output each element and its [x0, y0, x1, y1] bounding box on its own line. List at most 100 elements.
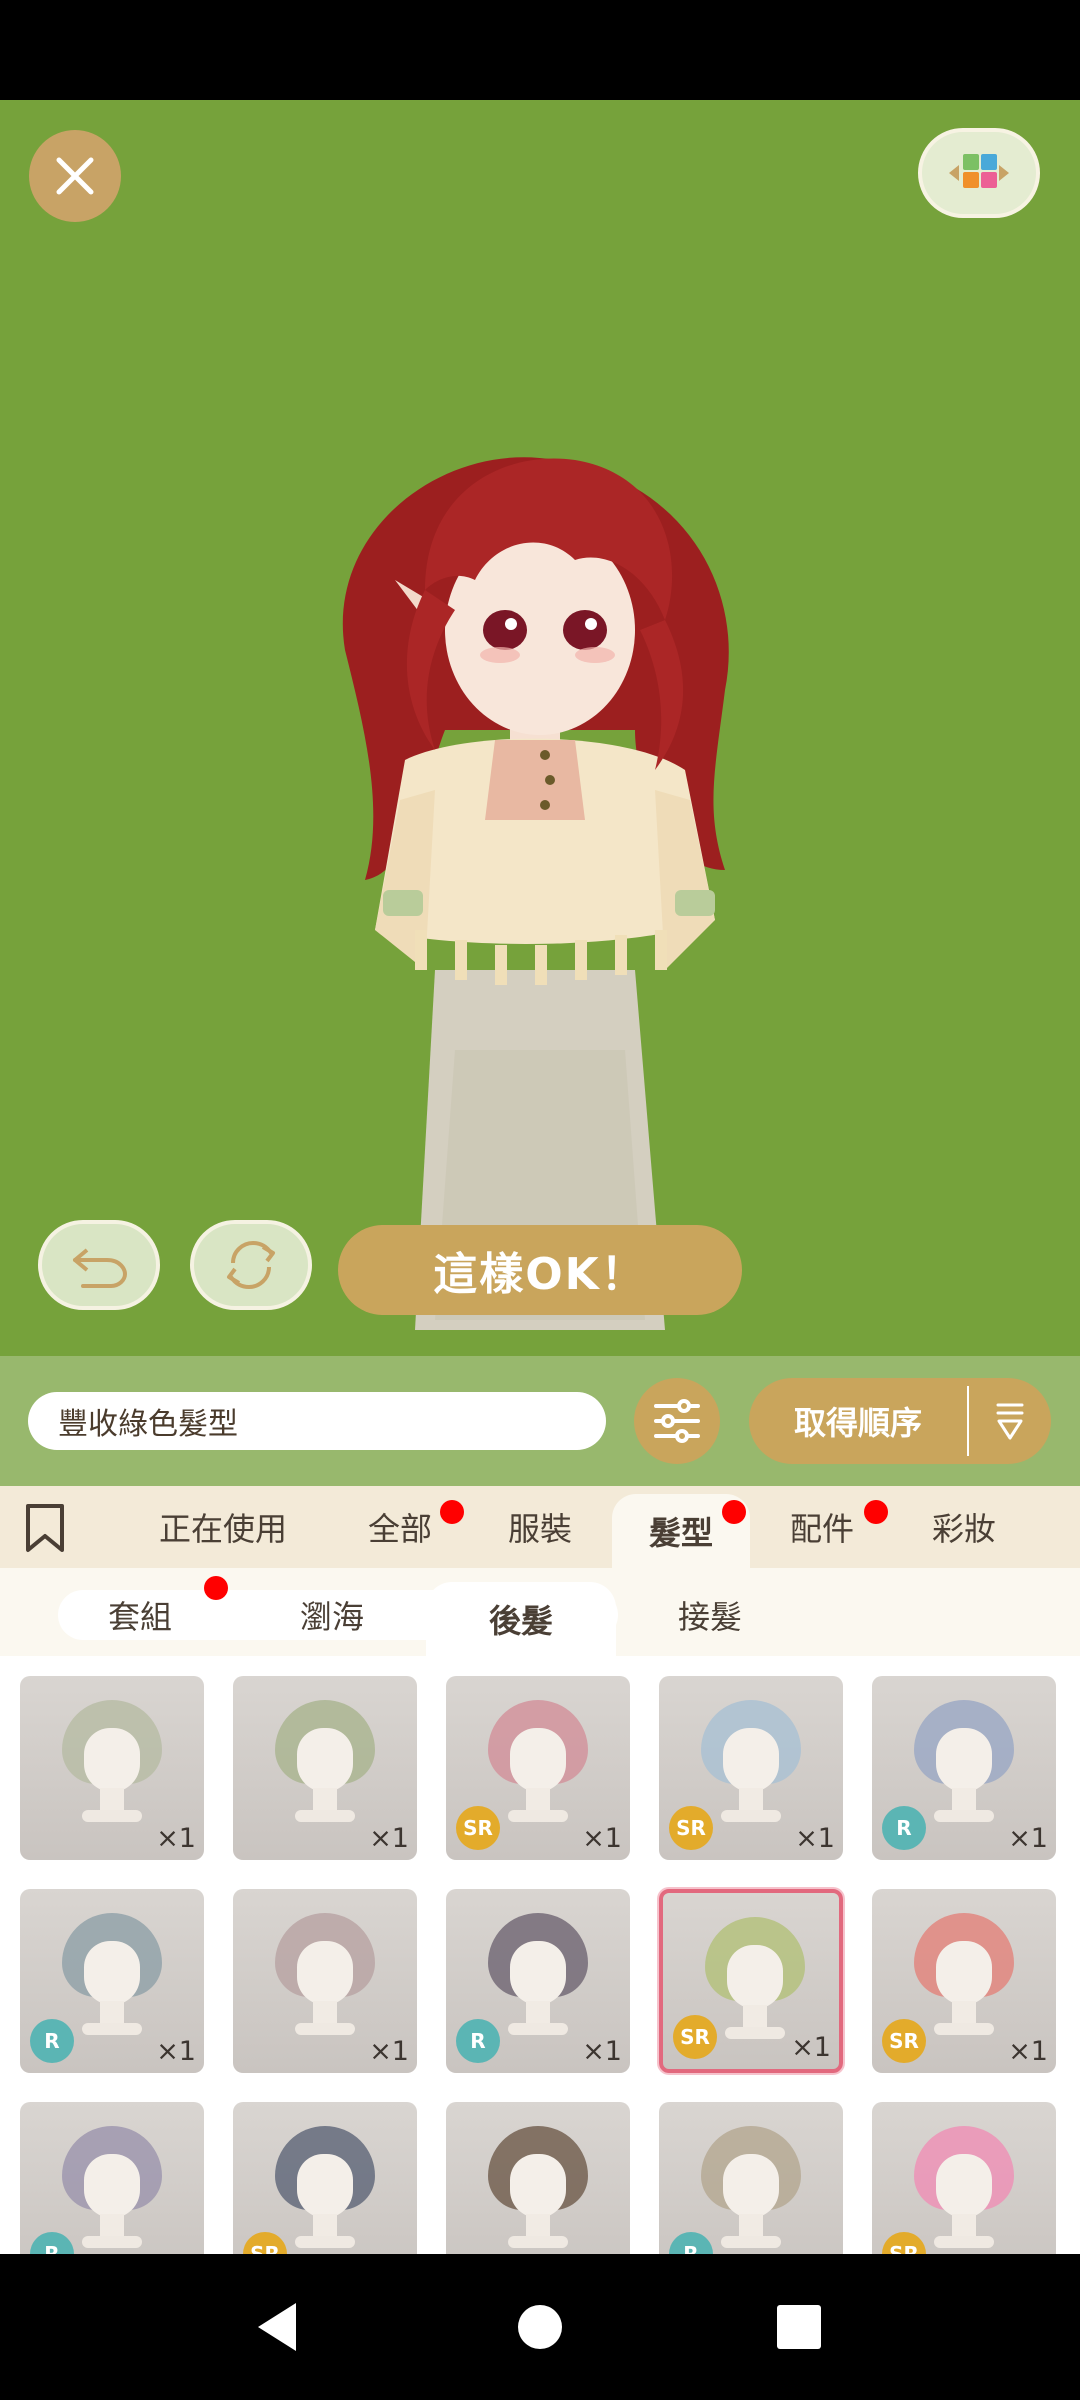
notification-dot	[440, 1500, 464, 1524]
rarity-badge: R	[669, 2232, 713, 2254]
hair-item-card[interactable]: SR ×1	[446, 1676, 630, 1860]
item-quantity: ×1	[156, 1823, 196, 1854]
status-bar	[0, 0, 1080, 100]
mannequin-stand	[934, 2236, 994, 2248]
hair-item-card[interactable]	[446, 2102, 630, 2254]
item-quantity: ×1	[582, 2036, 622, 2067]
recents-square-icon	[777, 2305, 821, 2349]
tab-makeup[interactable]: 彩妝	[904, 1486, 1024, 1568]
sort-down-icon[interactable]	[969, 1401, 1051, 1441]
mannequin-face	[297, 1941, 353, 2005]
rarity-badge: SR	[456, 1806, 500, 1850]
close-icon	[56, 157, 94, 195]
rarity-badge: SR	[243, 2232, 287, 2254]
item-grid: ×1 ×1 SR ×1 SR ×1 R ×1 R ×1 ×1 R ×1 SR ×1 SR ×1 R SR R SR	[0, 1656, 1080, 2254]
rarity-badge: SR	[669, 1806, 713, 1850]
close-button[interactable]	[29, 130, 121, 222]
rarity-badge: SR	[882, 2232, 926, 2254]
item-quantity: ×1	[369, 2036, 409, 2067]
search-toolbar: 取得順序	[0, 1356, 1080, 1486]
tab-all[interactable]: 全部	[340, 1486, 460, 1568]
hair-item-card[interactable]: SR ×1	[659, 1676, 843, 1860]
mannequin-stand	[82, 1810, 142, 1822]
mannequin-stand	[295, 2236, 355, 2248]
color-grid-icon	[949, 154, 1009, 188]
mannequin-face	[84, 1941, 140, 2005]
mannequin-face	[510, 2154, 566, 2218]
mannequin-face	[510, 1941, 566, 2005]
category-tab-bar: 正在使用 全部 服裝 髮型 配件 彩妝	[0, 1486, 1080, 1568]
mannequin-stand	[721, 1810, 781, 1822]
hair-item-card[interactable]: ×1	[20, 1676, 204, 1860]
undo-arrow-icon	[73, 1248, 128, 1288]
hair-item-card-selected[interactable]: SR ×1	[659, 1889, 843, 2073]
rarity-badge: R	[30, 2019, 74, 2063]
system-nav-bar	[0, 2254, 1080, 2400]
item-quantity: ×1	[795, 1823, 835, 1854]
mannequin-stand	[725, 2027, 785, 2039]
refresh-arrows-icon	[227, 1240, 275, 1290]
item-quantity: ×1	[582, 1823, 622, 1854]
mannequin-stand	[934, 1810, 994, 1822]
hair-item-card[interactable]: R	[659, 2102, 843, 2254]
item-quantity: ×1	[156, 2036, 196, 2067]
mannequin-stand	[295, 2023, 355, 2035]
tab-clothing[interactable]: 服裝	[480, 1486, 600, 1568]
sort-order-button[interactable]: 取得順序	[749, 1378, 1051, 1464]
mannequin-stand	[508, 2236, 568, 2248]
item-quantity: ×1	[1008, 2036, 1048, 2067]
item-quantity: ×1	[791, 2032, 831, 2063]
hair-item-card[interactable]: ×1	[233, 1889, 417, 2073]
mannequin-stand	[82, 2236, 142, 2248]
rarity-badge: R	[30, 2232, 74, 2254]
notification-dot	[864, 1500, 888, 1524]
tab-in-use[interactable]: 正在使用	[140, 1486, 306, 1568]
mannequin-stand	[508, 1810, 568, 1822]
mannequin-stand	[508, 2023, 568, 2035]
rarity-badge: R	[882, 1806, 926, 1850]
mannequin-stand	[295, 1810, 355, 1822]
bookmark-icon[interactable]	[22, 1502, 68, 1554]
mannequin-face	[936, 1728, 992, 1792]
refresh-button[interactable]	[190, 1220, 312, 1310]
hair-item-card[interactable]: ×1	[233, 1676, 417, 1860]
nav-back-button[interactable]	[244, 2294, 310, 2360]
mannequin-face	[936, 2154, 992, 2218]
tab-accessories[interactable]: 配件	[762, 1486, 882, 1568]
mannequin-face	[723, 1728, 779, 1792]
hair-item-card[interactable]: SR	[872, 2102, 1056, 2254]
back-triangle-icon	[258, 2303, 296, 2351]
filter-button[interactable]	[634, 1378, 720, 1464]
search-input[interactable]	[28, 1392, 606, 1450]
subtab-back-hair[interactable]: 後髮	[426, 1582, 616, 1656]
mannequin-face	[723, 2154, 779, 2218]
notification-dot	[204, 1576, 228, 1600]
hair-item-card[interactable]: SR ×1	[872, 1889, 1056, 2073]
subcategory-tab-bar: 套組 瀏海 後髮 接髮	[0, 1568, 1080, 1656]
avatar-preview-stage: 這樣OK！	[0, 100, 1080, 1356]
mannequin-stand	[721, 2236, 781, 2248]
hair-item-card[interactable]: R ×1	[20, 1889, 204, 2073]
subtab-bangs[interactable]: 瀏海	[262, 1590, 402, 1640]
item-quantity: ×1	[369, 1823, 409, 1854]
color-grid-button[interactable]	[918, 128, 1040, 218]
hair-item-card[interactable]: R	[20, 2102, 204, 2254]
rarity-badge: SR	[673, 2015, 717, 2059]
item-quantity: ×1	[1008, 1823, 1048, 1854]
avatar-character	[342, 457, 729, 1330]
confirm-ok-button[interactable]: 這樣OK！	[338, 1225, 742, 1315]
sort-label: 取得順序	[793, 1404, 922, 1442]
subtab-set[interactable]: 套組	[70, 1590, 210, 1640]
hair-item-card[interactable]: R ×1	[872, 1676, 1056, 1860]
mannequin-stand	[82, 2023, 142, 2035]
mannequin-face	[510, 1728, 566, 1792]
subtab-extensions[interactable]: 接髮	[640, 1590, 780, 1640]
nav-recents-button[interactable]	[766, 2294, 832, 2360]
home-circle-icon	[518, 2305, 562, 2349]
hair-item-card[interactable]: R ×1	[446, 1889, 630, 2073]
rarity-badge: SR	[882, 2019, 926, 2063]
hair-item-card[interactable]: SR	[233, 2102, 417, 2254]
nav-home-button[interactable]	[507, 2294, 573, 2360]
undo-button[interactable]	[38, 1220, 160, 1310]
mannequin-face	[84, 1728, 140, 1792]
